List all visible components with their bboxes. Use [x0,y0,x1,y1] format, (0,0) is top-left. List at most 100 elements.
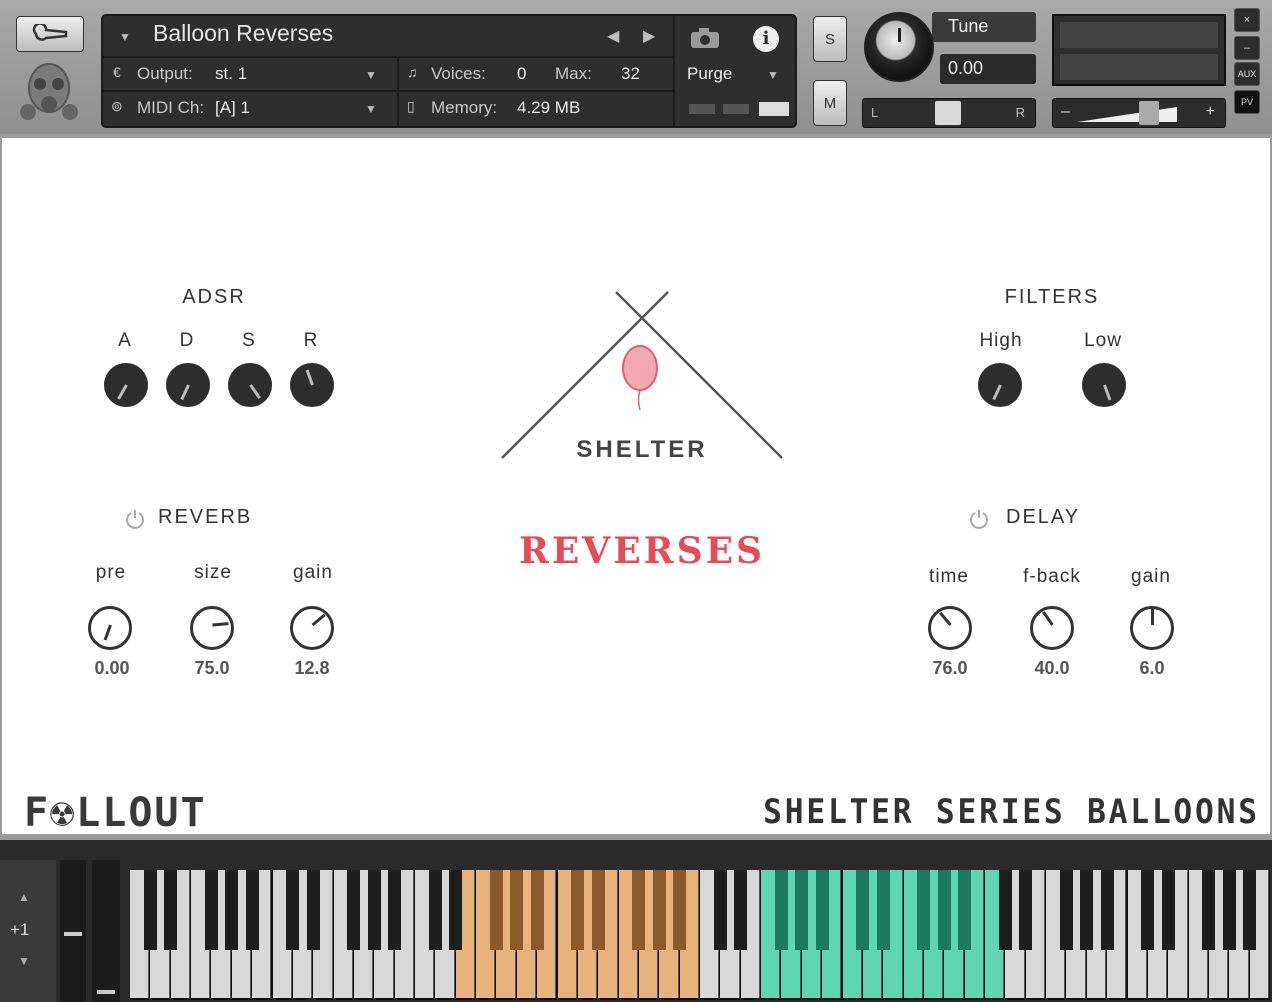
black-key[interactable] [347,870,361,950]
black-key[interactable] [815,870,829,950]
kontakt-instrument-window: ▼ Balloon Reverses ◀ ▶ i € Output: st. 1… [0,0,1272,1002]
black-key[interactable] [856,870,870,950]
voices-icon: ♫ [407,64,418,80]
reverb-size-knob[interactable] [190,606,234,650]
black-key[interactable] [774,870,788,950]
series-title: SHELTER SERIES BALLOONS [763,792,1260,832]
black-key[interactable] [713,870,727,950]
voices-label: Voices: [431,64,486,83]
piano-keyboard[interactable] [130,870,1270,1000]
volume-plus: + [1205,103,1215,120]
black-key[interactable] [306,870,320,950]
black-key[interactable] [591,870,605,950]
view-toggle-3[interactable] [759,102,789,116]
info-icon[interactable]: i [753,26,779,52]
black-key[interactable] [795,870,809,950]
aux-button[interactable]: AUX [1234,62,1260,86]
black-key[interactable] [510,870,524,950]
black-key[interactable] [143,870,157,950]
wrench-icon[interactable] [16,16,84,52]
midi-channel-value[interactable]: [A] 1 [215,98,250,118]
volume-handle[interactable] [1139,101,1159,125]
black-key[interactable] [225,870,239,950]
camera-icon[interactable] [689,26,723,50]
solo-button[interactable]: S [813,16,847,62]
view-toggle-1[interactable] [689,104,715,114]
black-key[interactable] [876,870,890,950]
mute-button[interactable]: M [813,80,847,126]
black-key[interactable] [1141,870,1155,950]
max-voices-label: Max: [555,64,592,83]
black-key[interactable] [958,870,972,950]
delay-feedback-knob[interactable] [1030,606,1074,650]
delay-time-knob[interactable] [928,606,972,650]
purge-dropdown-icon[interactable]: ▼ [767,68,779,82]
black-key[interactable] [673,870,687,950]
black-key[interactable] [1100,870,1114,950]
black-key[interactable] [917,870,931,950]
black-key[interactable] [632,870,646,950]
reverb-gain-knob[interactable] [290,606,334,650]
midi-dropdown-icon[interactable]: ▼ [365,102,377,116]
instrument-name[interactable]: Balloon Reverses [153,20,333,47]
black-key[interactable] [937,870,951,950]
black-key[interactable] [286,870,300,950]
purge-menu[interactable]: Purge [687,64,732,84]
black-key[interactable] [998,870,1012,950]
black-key[interactable] [164,870,178,950]
black-key[interactable] [489,870,503,950]
black-key[interactable] [1222,870,1236,950]
minimize-button[interactable]: – [1234,36,1260,60]
reverb-label-gain: gain [293,562,333,583]
collapse-icon[interactable]: ▼ [119,30,131,44]
pv-button[interactable]: PV [1234,90,1260,114]
delay-title: DELAY [1006,506,1081,528]
black-key[interactable] [367,870,381,950]
black-key[interactable] [449,870,463,950]
attack-knob[interactable] [104,363,148,407]
black-key[interactable] [204,870,218,950]
reverb-pre-knob[interactable] [88,606,132,650]
black-key[interactable] [245,870,259,950]
output-value[interactable]: st. 1 [215,64,247,84]
octave-down-icon[interactable]: ▼ [18,954,30,968]
black-key[interactable] [388,870,402,950]
delay-power-icon[interactable] [968,508,990,530]
close-button[interactable]: × [1234,8,1260,32]
reverb-power-icon[interactable] [124,508,146,530]
decay-knob[interactable] [166,363,210,407]
output-dropdown-icon[interactable]: ▼ [365,68,377,82]
black-key[interactable] [1202,870,1216,950]
max-voices-value[interactable]: 32 [621,64,640,84]
black-key[interactable] [1161,870,1175,950]
release-knob[interactable] [290,363,334,407]
pan-slider[interactable]: L R [862,98,1036,128]
pitch-wheel[interactable] [60,860,86,1002]
tune-value[interactable]: 0.00 [940,54,1036,84]
black-key[interactable] [530,870,544,950]
pan-handle[interactable] [935,101,961,125]
delay-label-gain: gain [1131,566,1171,587]
lowpass-knob[interactable] [1082,363,1126,407]
prev-instrument-icon[interactable]: ◀ [607,26,619,46]
highpass-knob[interactable] [978,363,1022,407]
black-key[interactable] [1080,870,1094,950]
shelter-text: SHELTER [576,436,708,463]
octave-up-icon[interactable]: ▲ [18,890,30,904]
adsr-label-a: A [118,330,132,351]
volume-slider[interactable]: – + [1052,98,1226,128]
delay-gain-knob[interactable] [1130,606,1174,650]
black-key[interactable] [1059,870,1073,950]
next-instrument-icon[interactable]: ▶ [643,26,655,46]
black-key[interactable] [1019,870,1033,950]
black-key[interactable] [571,870,585,950]
black-key[interactable] [428,870,442,950]
view-toggle-2[interactable] [723,104,749,114]
black-key[interactable] [734,870,748,950]
black-key[interactable] [652,870,666,950]
black-key[interactable] [1243,870,1257,950]
sustain-knob[interactable] [228,363,272,407]
tune-knob[interactable] [864,12,934,82]
output-label: Output: [137,64,193,83]
mod-wheel[interactable] [92,860,120,1002]
